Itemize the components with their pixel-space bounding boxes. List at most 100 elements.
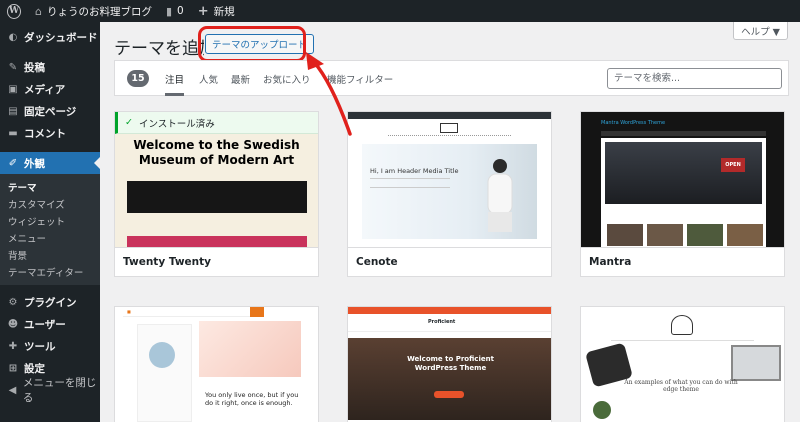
comments-count: 0 [177,5,184,17]
preview-title: You only live once, but if you do it rig… [205,391,299,407]
tab-popular[interactable]: 人気 [199,61,218,96]
main-content: テーマを追加 テーマのアップロード ヘルプ ▼ 15 注目 人気 最新 お気に入… [100,22,800,422]
feature-filter-link[interactable]: 機能フィルター [327,61,393,96]
preview-plant-image [593,401,611,419]
settings-icon: ⊞ [8,362,18,374]
submenu-item-themes[interactable]: テーマ [0,178,100,195]
theme-card[interactable]: ■ You only live once, but if you do it r… [114,306,319,422]
submenu-item-background[interactable]: 背景 [0,246,100,263]
plugin-icon: ⚙ [8,296,18,308]
theme-search-input[interactable] [607,68,782,89]
sidebar-item-label: 投稿 [24,61,45,74]
theme-card-edge[interactable]: An examples of what you can do with edge… [580,306,785,422]
sidebar-item-plugins[interactable]: ⚙ プラグイン [0,291,100,313]
installed-label: インストール済み [138,118,215,130]
sidebar-item-collapse[interactable]: ◀ メニューを閉じる [0,377,100,404]
theme-count-badge: 15 [127,70,149,87]
preview-title: An examples of what you can do with edge… [624,379,738,393]
theme-screenshot[interactable]: Proficient Welcome to Proficient WordPre… [348,307,551,422]
admin-sidebar: ◐ ダッシュボード ✎ 投稿 ▣ メディア ▤ 固定ページ ▬ コメント ✐ 外… [0,22,100,422]
theme-screenshot[interactable]: Welcome to the Swedish Museum of Modern … [115,112,318,248]
preview-title: Mantra WordPress Theme [601,120,666,126]
preview-open-sign: OPEN [721,158,745,172]
home-icon: ⌂ [35,4,42,18]
sidebar-item-label: ダッシュボード [24,31,98,44]
preview-hero-image [199,321,301,377]
checkmark-icon: ✓ [125,117,133,128]
media-icon: ▣ [8,83,18,95]
sidebar-item-label: メディア [24,83,66,96]
theme-card-proficient[interactable]: Proficient Welcome to Proficient WordPre… [347,306,552,422]
sidebar-item-label: プラグイン [24,296,77,309]
preview-title: Hi, I am Header Media Title [370,167,459,175]
upload-button-highlight [198,26,306,62]
theme-name: Cenote [348,247,551,276]
tab-favorites[interactable]: お気に入り [263,61,311,96]
theme-card-mantra[interactable]: Mantra WordPress Theme OPEN Mantra [580,111,785,277]
user-icon: ☻ [7,318,19,330]
preview-sidebar [137,324,192,422]
site-name-label: りょうのお料理ブログ [46,5,152,18]
feature-filter-label: 機能フィルター [327,74,394,86]
preview-logo [671,315,693,335]
new-content-link[interactable]: + 新規 [191,0,242,22]
sidebar-item-dashboard[interactable]: ◐ ダッシュボード [0,26,100,48]
admin-bar: W ⌂ りょうのお料理ブログ ▮ 0 + 新規 [0,0,800,22]
dashboard-icon: ◐ [8,31,18,43]
theme-name: Mantra [581,247,784,276]
preview-avatar [149,342,175,368]
site-name-link[interactable]: ⌂ りょうのお料理ブログ [28,0,159,22]
comment-bubble-icon: ▮ [165,4,173,18]
sidebar-item-media[interactable]: ▣ メディア [0,78,100,100]
sidebar-item-posts[interactable]: ✎ 投稿 [0,56,100,78]
tab-featured[interactable]: 注目 [165,61,185,96]
submenu-item-theme-editor[interactable]: テーマエディター [0,263,100,280]
preview-logo [440,123,458,133]
sidebar-item-label: 設定 [24,362,45,375]
theme-name: Twenty Twenty [115,247,318,276]
appearance-submenu: テーマ カスタマイズ ウィジェット メニュー 背景 テーマエディター [0,174,100,285]
preview-person-image [487,159,513,232]
submenu-item-menus[interactable]: メニュー [0,229,100,246]
submenu-item-customize[interactable]: カスタマイズ [0,195,100,212]
sidebar-item-comments[interactable]: ▬ コメント [0,122,100,144]
sidebar-item-label: コメント [24,127,66,140]
sidebar-item-label: 外観 [24,157,45,170]
preview-hero [605,142,762,204]
theme-screenshot[interactable]: An examples of what you can do with edge… [581,307,784,422]
collapse-icon: ◀ [8,384,17,396]
sidebar-item-tools[interactable]: ✚ ツール [0,335,100,357]
wordpress-logo-icon[interactable]: W [0,0,28,22]
preview-info-band [127,181,307,213]
theme-filter-bar: 15 注目 人気 最新 お気に入り 機能フィルター [114,60,789,96]
sidebar-item-label: ユーザー [24,318,66,331]
brush-icon: ✐ [8,157,18,169]
tool-icon: ✚ [8,340,18,352]
sidebar-item-label: 固定ページ [24,105,77,118]
submenu-item-widgets[interactable]: ウィジェット [0,212,100,229]
preview-title: Welcome to Proficient WordPress Theme [407,355,494,372]
page-title: テーマを追加 [114,39,204,59]
theme-screenshot[interactable]: ■ You only live once, but if you do it r… [115,307,318,422]
preview-title: Welcome to the Swedish Museum of Modern … [133,138,300,167]
sidebar-item-label: ツール [24,340,56,353]
theme-card-twenty-twenty[interactable]: Welcome to the Swedish Museum of Modern … [114,111,319,277]
comments-link[interactable]: ▮ 0 [159,0,191,22]
theme-card-cenote[interactable]: Hi, I am Header Media Title Cenote [347,111,552,277]
theme-screenshot[interactable]: Mantra WordPress Theme OPEN [581,112,784,248]
sidebar-item-appearance[interactable]: ✐ 外観 [0,152,100,174]
sidebar-item-pages[interactable]: ▤ 固定ページ [0,100,100,122]
comment-icon: ▬ [8,127,18,139]
plus-icon: + [197,3,209,19]
new-content-label: 新規 [213,5,235,18]
tab-latest[interactable]: 最新 [231,61,250,96]
sidebar-item-label: メニューを閉じる [22,377,97,404]
theme-screenshot[interactable]: Hi, I am Header Media Title [348,112,551,248]
pin-icon: ✎ [8,61,18,73]
sidebar-item-users[interactable]: ☻ ユーザー [0,313,100,335]
preview-hero [348,338,551,420]
installed-notice: ✓ インストール済み [115,112,318,134]
preview-laptop-image [731,345,781,381]
page-icon: ▤ [8,105,18,117]
help-tab-button[interactable]: ヘルプ ▼ [733,22,788,40]
